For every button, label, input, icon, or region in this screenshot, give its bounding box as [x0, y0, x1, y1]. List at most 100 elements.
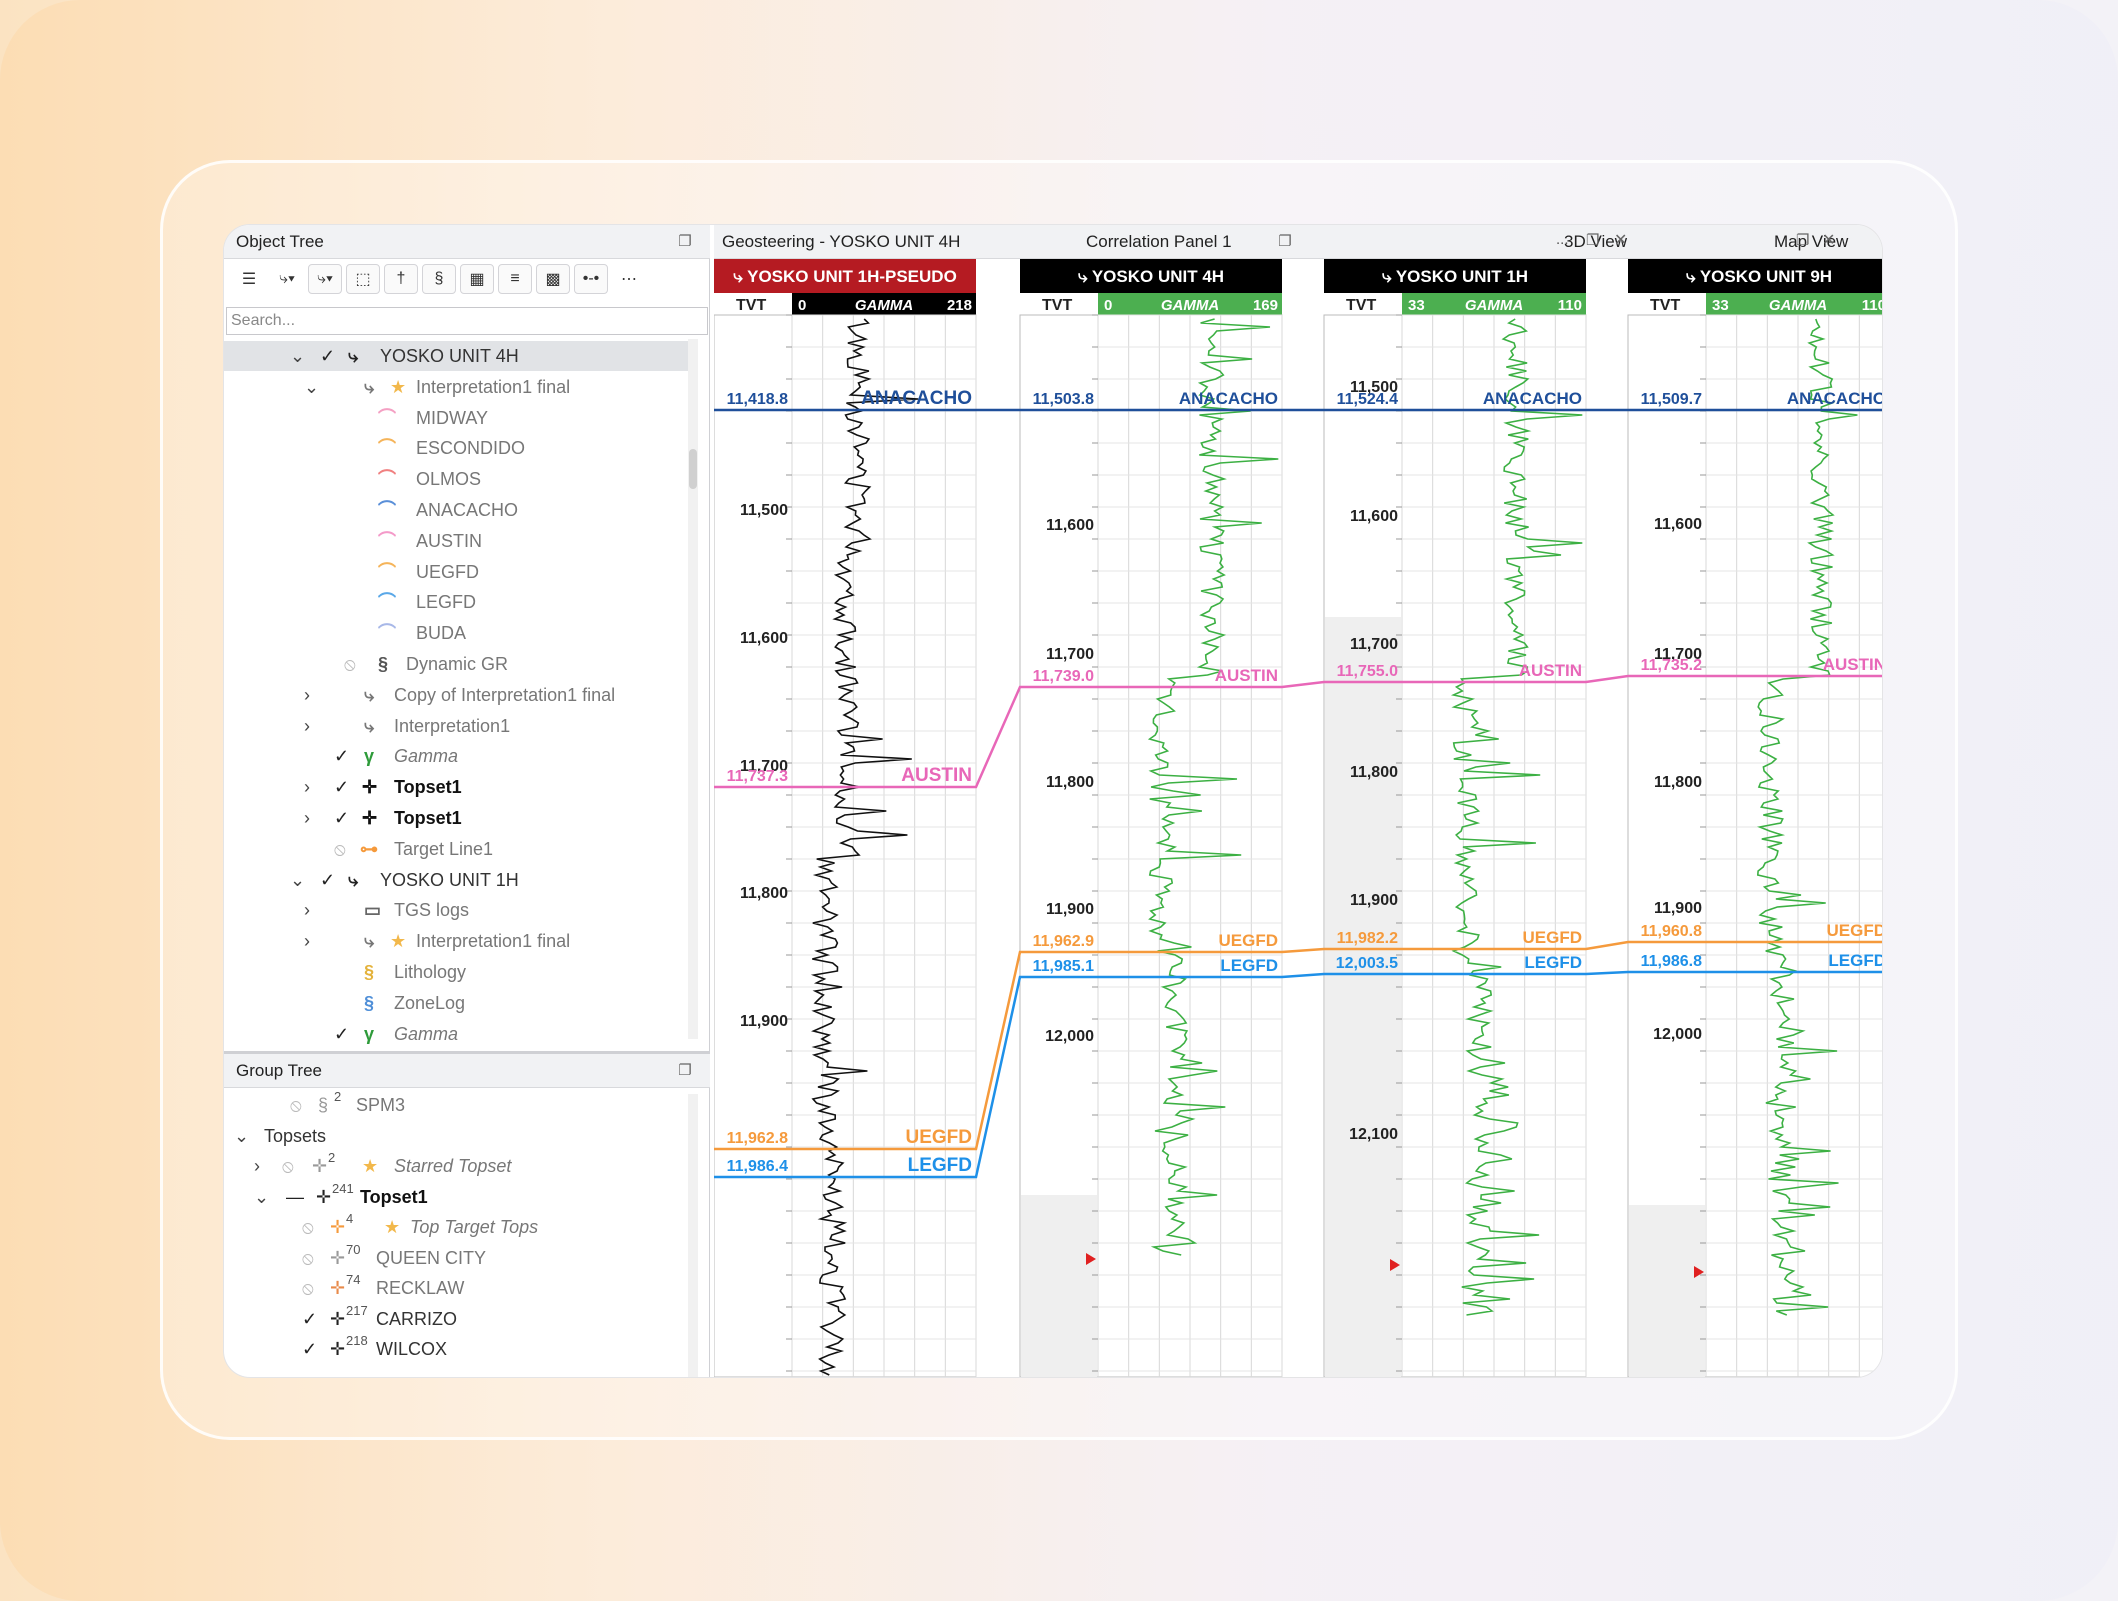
- depth-label: 11,800: [740, 885, 788, 902]
- top-depth-label: 11,960.8: [1641, 923, 1703, 940]
- restore-icon[interactable]: ❐: [1586, 231, 1599, 249]
- topset-icon[interactable]: †: [384, 264, 418, 294]
- tree-row[interactable]: › ⤷ Interpretation1: [224, 711, 688, 741]
- hidden-icon[interactable]: ⦸: [290, 1090, 302, 1120]
- chevron-right-icon[interactable]: ›: [304, 895, 310, 925]
- hidden-icon[interactable]: ⦸: [302, 1212, 314, 1242]
- close-icon[interactable]: ✕: [1822, 230, 1835, 250]
- checkmark-icon[interactable]: ✓: [320, 341, 335, 371]
- group-tree-row[interactable]: ⦸ ✛ 4 ★ Top Target Tops: [224, 1211, 688, 1242]
- chevron-down-icon[interactable]: ⌄: [290, 341, 305, 371]
- group-tree-row[interactable]: ✓ ✛ 218 WILCOX: [224, 1333, 688, 1364]
- chevron-down-icon[interactable]: ⌄: [234, 1121, 249, 1151]
- tree-row[interactable]: ⦸ ⊶ Target Line1: [224, 834, 688, 864]
- restore-icon[interactable]: ❐: [1274, 232, 1296, 252]
- log-icon[interactable]: §: [422, 264, 456, 294]
- search-input[interactable]: Search...: [226, 307, 708, 335]
- group-tree-row[interactable]: › ⦸ ✛ 2 ★ Starred Topset: [224, 1150, 688, 1181]
- checkmark-icon[interactable]: ✓: [302, 1334, 317, 1364]
- line-icon[interactable]: •-•: [574, 264, 608, 294]
- tab-map-view[interactable]: Map View: [1774, 225, 1848, 259]
- restore-icon[interactable]: ❐: [1796, 231, 1809, 249]
- hidden-icon[interactable]: ⦸: [334, 834, 346, 864]
- group-tree-row[interactable]: ✓ ✛ 217 CARRIZO: [224, 1303, 688, 1334]
- tree-row[interactable]: ⌒ LEGFD: [224, 587, 688, 617]
- checkmark-icon[interactable]: ✓: [334, 1019, 349, 1049]
- depth-label: 11,600: [1654, 516, 1702, 533]
- hidden-icon[interactable]: ⦸: [302, 1273, 314, 1303]
- chevron-down-icon[interactable]: ⌄: [304, 372, 319, 402]
- checkmark-icon[interactable]: ✓: [334, 772, 349, 802]
- group-tree-row[interactable]: ⌄ — ✛ 241 Topset1: [224, 1181, 688, 1212]
- chevron-right-icon[interactable]: ›: [254, 1151, 260, 1181]
- filter-icon[interactable]: ☰: [232, 264, 266, 294]
- panels-header-bar: Geosteering - YOSKO UNIT 4H ❐ Correlatio…: [714, 225, 1882, 259]
- well-filter-icon[interactable]: ⤷▾: [270, 264, 304, 294]
- horizon-icon: ⌒: [378, 407, 396, 428]
- group-tree-row[interactable]: ⦸ § 2 SPM3: [224, 1090, 688, 1120]
- chevron-right-icon[interactable]: ›: [304, 772, 310, 802]
- tree-row[interactable]: ⦸ § Dynamic GR: [224, 649, 688, 679]
- tree-row[interactable]: ⌒ AUSTIN: [224, 526, 688, 556]
- tree-row-label: OLMOS: [416, 469, 482, 490]
- checkmark-icon[interactable]: ✓: [302, 1304, 317, 1334]
- tree-row[interactable]: ⌒ ANACACHO: [224, 495, 688, 525]
- top-depth-label: 12,003.5: [1336, 955, 1398, 972]
- tree-row[interactable]: ⌄ ✓ ⤷ YOSKO UNIT 1H: [224, 865, 688, 895]
- group-tree-row[interactable]: ⦸ ✛ 70 QUEEN CITY: [224, 1242, 688, 1273]
- tab-geosteering[interactable]: Geosteering - YOSKO UNIT 4H: [722, 225, 960, 259]
- tree-row[interactable]: › ▭ TGS logs: [224, 895, 688, 925]
- tree-row[interactable]: ⌒ MIDWAY: [224, 403, 688, 433]
- tree-row[interactable]: ⌒ OLMOS: [224, 464, 688, 494]
- checkmark-icon[interactable]: ✓: [334, 741, 349, 771]
- tree-row[interactable]: › ✓ ✛ Topset1: [224, 803, 688, 833]
- restore-icon[interactable]: ❐: [674, 232, 696, 252]
- tree-row[interactable]: › ⤷ Copy of Interpretation1 final: [224, 680, 688, 710]
- group-tree-row[interactable]: ⌄ Topsets: [224, 1121, 688, 1151]
- scroll-thumb[interactable]: [689, 449, 697, 489]
- hidden-icon[interactable]: ⦸: [302, 1243, 314, 1273]
- group-row-label: Top Target Tops: [410, 1217, 539, 1237]
- chevron-right-icon[interactable]: ›: [304, 926, 310, 956]
- horizon-icon: ⌒: [378, 469, 396, 490]
- top-name-label: ANACACHO: [1483, 389, 1582, 408]
- tree-row[interactable]: ⌄ ⤷ ★ Interpretation1 final: [224, 372, 688, 402]
- restore-icon[interactable]: ❐: [674, 1061, 696, 1081]
- tree-row[interactable]: § ZoneLog: [224, 988, 688, 1018]
- close-icon[interactable]: ✕: [1614, 230, 1627, 250]
- select-icon[interactable]: ⬚: [346, 264, 380, 294]
- count-badge: 2: [328, 1150, 336, 1165]
- tree-row[interactable]: › ⤷ ★ Interpretation1 final: [224, 926, 688, 956]
- correlation-tracks[interactable]: ⤷ YOSKO UNIT 1H-PSEUDO TVT 0 GAMMA 218 11,500…: [714, 259, 1882, 1377]
- more-icon[interactable]: ⋯: [612, 264, 646, 294]
- checker-icon[interactable]: ▩: [536, 264, 570, 294]
- chevron-down-icon[interactable]: ⌄: [290, 865, 305, 895]
- tree-row[interactable]: ✓ γ Gamma: [224, 1019, 688, 1049]
- group-tree-row[interactable]: ⦸ ✛ 74 RECKLAW: [224, 1272, 688, 1303]
- item-icon: ✛: [362, 777, 378, 798]
- grid-icon[interactable]: ▦: [460, 264, 494, 294]
- hidden-icon[interactable]: ⦸: [344, 649, 356, 679]
- tree-row[interactable]: ✓ γ Gamma: [224, 741, 688, 771]
- chevron-down-icon[interactable]: ⌄: [254, 1182, 269, 1212]
- partial-check-icon[interactable]: —: [286, 1182, 304, 1212]
- hidden-icon[interactable]: ⦸: [282, 1151, 294, 1181]
- checkmark-icon[interactable]: ✓: [334, 803, 349, 833]
- interpretation-filter-icon[interactable]: ⤷▾: [308, 264, 342, 294]
- tree-row[interactable]: ⌒ ESCONDIDO: [224, 433, 688, 463]
- tab-correlation[interactable]: Correlation Panel 1: [1086, 225, 1232, 259]
- tree-row[interactable]: › ✓ ✛ Topset1: [224, 772, 688, 802]
- chevron-right-icon[interactable]: ›: [304, 803, 310, 833]
- tree-row[interactable]: ⌒ UEGFD: [224, 557, 688, 587]
- checkmark-icon[interactable]: ✓: [320, 865, 335, 895]
- chevron-right-icon[interactable]: ›: [304, 711, 310, 741]
- lines-icon[interactable]: ≡: [498, 264, 532, 294]
- correlation-more-icon[interactable]: ...: [1556, 231, 1569, 248]
- tree-row[interactable]: ⌒ BUDA: [224, 618, 688, 648]
- top-name-label: LEGFD: [908, 1155, 972, 1176]
- group-tree-scrollbar[interactable]: [688, 1094, 698, 1377]
- chevron-right-icon[interactable]: ›: [304, 680, 310, 710]
- object-tree-scrollbar[interactable]: [688, 339, 698, 1039]
- tree-row[interactable]: § Lithology: [224, 957, 688, 987]
- tree-row[interactable]: ⌄ ✓ ⤷ YOSKO UNIT 4H: [224, 341, 688, 371]
